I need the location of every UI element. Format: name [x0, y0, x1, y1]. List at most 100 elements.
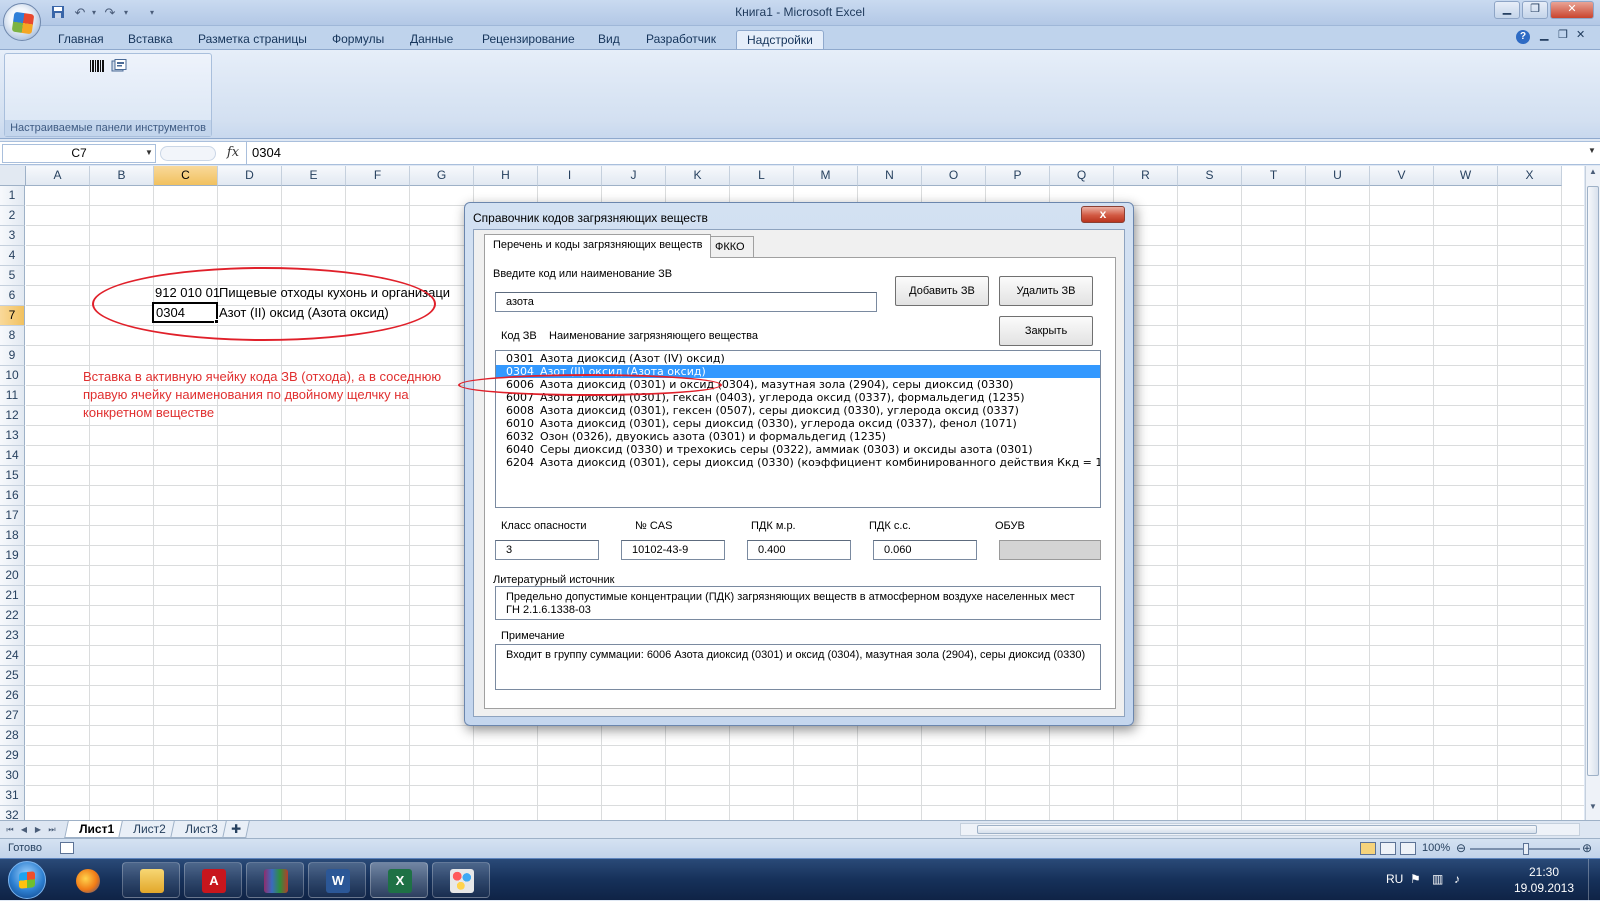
vertical-scroll-thumb[interactable] [1587, 186, 1599, 776]
zoom-in-icon[interactable]: ⊕ [1582, 841, 1592, 855]
row-header-17[interactable]: 17 [0, 506, 25, 526]
row-header-2[interactable]: 2 [0, 206, 25, 226]
column-header-c[interactable]: C [154, 166, 218, 186]
tab-page-layout[interactable]: Разметка страницы [188, 30, 317, 50]
row-header-13[interactable]: 13 [0, 426, 25, 446]
start-button[interactable] [8, 861, 46, 899]
list-item[interactable]: 6010 Азота диоксид (0301), серы диоксид (… [496, 417, 1100, 430]
row-header-31[interactable]: 31 [0, 786, 25, 806]
tab-developer[interactable]: Разработчик [636, 30, 726, 50]
list-item[interactable]: 6204 Азота диоксид (0301), серы диоксид (… [496, 456, 1100, 469]
tab-review[interactable]: Рецензирование [472, 30, 585, 50]
row-header-12[interactable]: 12 [0, 406, 25, 426]
zoom-level[interactable]: 100% [1422, 842, 1450, 854]
row-header-30[interactable]: 30 [0, 766, 25, 786]
hazard-class-field[interactable]: 3 [495, 540, 599, 560]
name-box-dropdown-icon[interactable]: ▼ [142, 144, 156, 163]
column-header-e[interactable]: E [282, 166, 346, 186]
row-header-32[interactable]: 32 [0, 806, 25, 820]
row-header-11[interactable]: 11 [0, 386, 25, 406]
zoom-out-icon[interactable]: ⊖ [1456, 841, 1466, 855]
row-header-6[interactable]: 6 [0, 286, 25, 306]
column-header-h[interactable]: H [474, 166, 538, 186]
taskbar-paint[interactable] [432, 862, 490, 898]
workbook-close-icon[interactable]: ✕ [1576, 28, 1585, 41]
tray-network-icon[interactable]: ▥ [1432, 872, 1443, 886]
row-header-22[interactable]: 22 [0, 606, 25, 626]
macro-record-icon[interactable] [60, 842, 74, 854]
taskbar-word[interactable]: W [308, 862, 366, 898]
column-header-g[interactable]: G [410, 166, 474, 186]
row-header-20[interactable]: 20 [0, 566, 25, 586]
column-header-o[interactable]: O [922, 166, 986, 186]
column-header-p[interactable]: P [986, 166, 1050, 186]
tab-data[interactable]: Данные [400, 30, 463, 50]
row-header-18[interactable]: 18 [0, 526, 25, 546]
row-header-19[interactable]: 19 [0, 546, 25, 566]
tab-formulas[interactable]: Формулы [322, 30, 394, 50]
column-header-q[interactable]: Q [1050, 166, 1114, 186]
row-header-9[interactable]: 9 [0, 346, 25, 366]
help-icon[interactable]: ? [1516, 30, 1530, 44]
column-header-w[interactable]: W [1434, 166, 1498, 186]
row-header-25[interactable]: 25 [0, 666, 25, 686]
reference-book-icon[interactable] [111, 59, 127, 73]
list-item[interactable]: 0301 Азота диоксид (Азот (IV) оксид) [496, 352, 1100, 365]
column-header-x[interactable]: X [1498, 166, 1562, 186]
dialog-close-button[interactable]: x [1081, 206, 1125, 223]
delete-pollutant-button[interactable]: Удалить ЗВ [999, 276, 1093, 306]
row-header-28[interactable]: 28 [0, 726, 25, 746]
row-header-29[interactable]: 29 [0, 746, 25, 766]
cas-field[interactable]: 10102-43-9 [621, 540, 725, 560]
tray-language[interactable]: RU [1386, 872, 1403, 886]
search-input[interactable]: азота [495, 292, 877, 312]
insert-sheet-tab[interactable]: ✚ [222, 821, 250, 838]
scroll-up-icon[interactable]: ▲ [1587, 167, 1599, 181]
add-pollutant-button[interactable]: Добавить ЗВ [895, 276, 989, 306]
tab-home[interactable]: Главная [48, 30, 114, 50]
prev-sheet-icon[interactable]: ◀ [18, 823, 30, 836]
column-header-a[interactable]: A [26, 166, 90, 186]
pdk-mr-field[interactable]: 0.400 [747, 540, 851, 560]
tray-clock[interactable]: 21:30 19.09.2013 [1508, 864, 1580, 896]
barcode-icon[interactable] [89, 59, 105, 73]
column-header-r[interactable]: R [1114, 166, 1178, 186]
column-header-b[interactable]: B [90, 166, 154, 186]
column-header-i[interactable]: I [538, 166, 602, 186]
horizontal-scroll-thumb[interactable] [977, 825, 1537, 834]
name-box[interactable]: C7 [2, 144, 156, 163]
first-sheet-icon[interactable]: ⏮ [4, 823, 16, 836]
close-dialog-button[interactable]: Закрыть [999, 316, 1093, 346]
taskbar-explorer[interactable] [122, 862, 180, 898]
tab-pollutant-list[interactable]: Перечень и коды загрязняющих веществ [484, 234, 712, 258]
column-header-k[interactable]: K [666, 166, 730, 186]
row-header-27[interactable]: 27 [0, 706, 25, 726]
workbook-minimize-icon[interactable]: ▁ [1540, 28, 1548, 41]
column-header-j[interactable]: J [602, 166, 666, 186]
taskbar-firefox[interactable] [58, 862, 116, 898]
row-header-10[interactable]: 10 [0, 366, 25, 386]
row-header-21[interactable]: 21 [0, 586, 25, 606]
horizontal-scrollbar[interactable] [960, 823, 1580, 836]
row-header-23[interactable]: 23 [0, 626, 25, 646]
row-header-14[interactable]: 14 [0, 446, 25, 466]
window-close-button[interactable]: ✕ [1550, 1, 1594, 19]
column-header-l[interactable]: L [730, 166, 794, 186]
row-header-8[interactable]: 8 [0, 326, 25, 346]
source-text[interactable]: Предельно допустимые концентрации (ПДК) … [495, 586, 1101, 620]
tray-volume-icon[interactable]: ♪ [1454, 872, 1460, 886]
list-item[interactable]: 6008 Азота диоксид (0301), гексен (0507),… [496, 404, 1100, 417]
show-desktop-button[interactable] [1588, 859, 1600, 901]
tray-flag-icon[interactable]: ⚑ [1410, 872, 1421, 886]
row-header-7[interactable]: 7 [0, 306, 25, 326]
tab-fkko[interactable]: ФККО [706, 236, 754, 257]
page-layout-view-icon[interactable] [1380, 842, 1396, 855]
taskbar-excel[interactable]: X [370, 862, 428, 898]
next-sheet-icon[interactable]: ▶ [32, 823, 44, 836]
formula-bar-splitter[interactable] [160, 146, 216, 161]
row-header-15[interactable]: 15 [0, 466, 25, 486]
row-header-24[interactable]: 24 [0, 646, 25, 666]
list-item[interactable]: 6040 Серы диоксид (0330) и трехокись серы… [496, 443, 1100, 456]
scroll-down-icon[interactable]: ▼ [1587, 802, 1599, 816]
minimize-button[interactable]: ▁ [1494, 1, 1520, 19]
